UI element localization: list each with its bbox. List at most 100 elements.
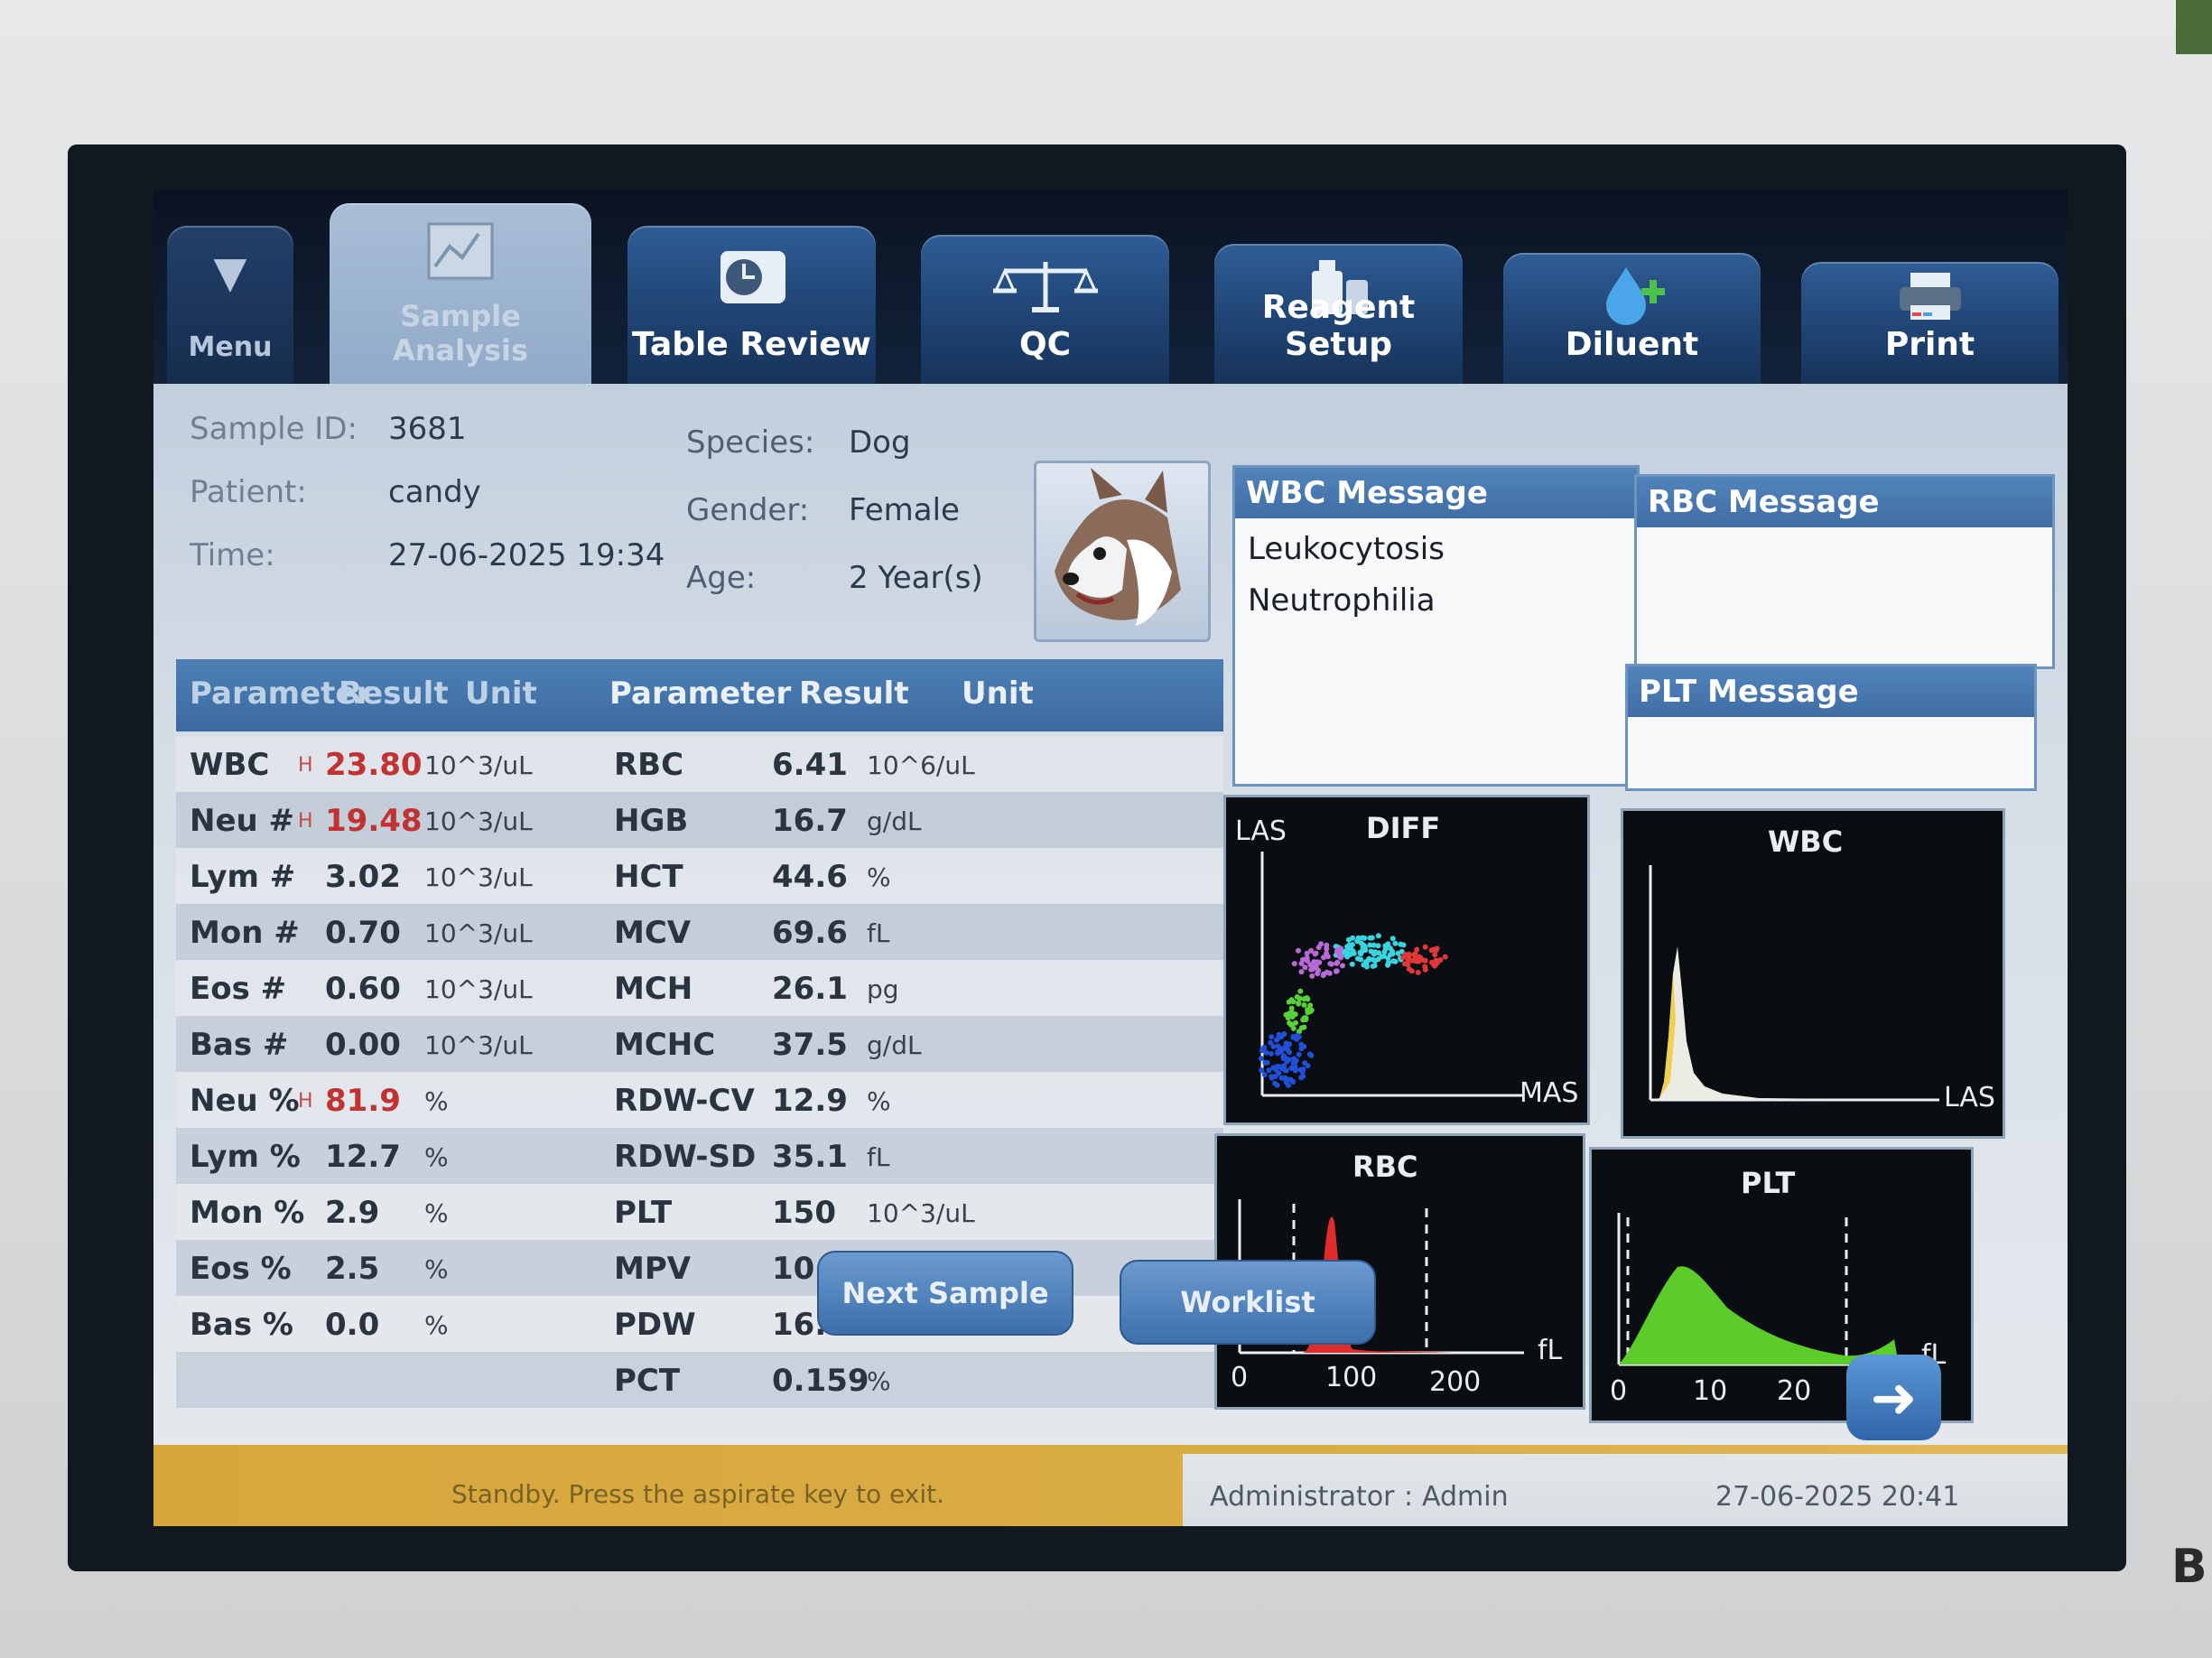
scatter-point xyxy=(1283,1040,1289,1047)
scatter-point xyxy=(1360,945,1366,951)
parameter-name: Neu # xyxy=(190,803,295,839)
parameter-name: WBC xyxy=(190,747,270,783)
scatter-point xyxy=(1303,1015,1309,1021)
scatter-point xyxy=(1365,957,1371,964)
result-value: 69.6 xyxy=(772,915,848,951)
tab-label: Reagent Setup xyxy=(1261,289,1416,363)
parameter-name: Neu % xyxy=(190,1083,300,1119)
unit-label: % xyxy=(424,1142,449,1172)
menu-button[interactable]: ▼ Menu xyxy=(167,226,293,388)
scatter-point xyxy=(1340,963,1345,969)
scatter-point xyxy=(1334,968,1340,974)
high-flag: H xyxy=(298,1090,313,1113)
scatter-point xyxy=(1408,968,1415,974)
wbc-histogram: WBC LAS xyxy=(1621,808,2005,1139)
status-message: Standby. Press the aspirate key to exit. xyxy=(451,1479,944,1509)
tab-diluent[interactable]: Diluent xyxy=(1503,253,1761,388)
scatter-point xyxy=(1334,959,1341,965)
time-label: Time: xyxy=(190,537,275,573)
tab-sample-analysis[interactable]: Sample Analysis xyxy=(330,203,591,393)
parameter-name: MPV xyxy=(614,1251,692,1287)
table-row: Mon # 0.70 10^3/uL MCV 69.6 fL xyxy=(176,904,1223,960)
unit-label: % xyxy=(867,1086,891,1116)
scatter-point xyxy=(1315,945,1322,951)
next-page-button[interactable]: ➜ xyxy=(1846,1355,1941,1440)
brand-logo: B xyxy=(2171,1540,2207,1594)
unit-label: 10^3/uL xyxy=(424,750,533,780)
scatter-point xyxy=(1299,1068,1306,1075)
scatter-point xyxy=(1286,1082,1292,1088)
unit-label: 10^3/uL xyxy=(424,862,533,892)
unit-label: fL xyxy=(867,1142,890,1172)
scatter-point xyxy=(1442,954,1448,960)
scatter-point xyxy=(1392,940,1399,946)
chevron-down-icon: ▼ xyxy=(213,247,247,298)
parameter-name: PLT xyxy=(614,1195,673,1231)
scatter-point xyxy=(1358,956,1364,963)
scatter-point xyxy=(1326,970,1333,976)
scatter-point xyxy=(1358,951,1364,957)
tab-qc[interactable]: QC xyxy=(921,235,1169,388)
scatter-point xyxy=(1371,942,1377,948)
parameter-name: Bas % xyxy=(190,1307,293,1343)
tab-label: QC xyxy=(1018,326,1072,363)
table-row: PCT 0.159% xyxy=(176,1352,1223,1408)
scatter-point xyxy=(1268,1050,1274,1057)
scatter-point xyxy=(1321,955,1326,961)
scatter-point xyxy=(1274,1037,1279,1043)
unit-label: 10^3/uL xyxy=(867,1198,975,1228)
rbc-message-box: RBC Message xyxy=(1634,474,2055,669)
scatter-point xyxy=(1258,1056,1264,1062)
tab-print[interactable]: Print xyxy=(1801,262,2059,388)
result-value: 2.9 xyxy=(325,1195,380,1231)
scatter-point xyxy=(1298,1075,1305,1081)
scatter-point xyxy=(1270,1065,1277,1071)
tab-label: Sample Analysis xyxy=(392,299,529,368)
scatter-point xyxy=(1298,961,1305,966)
scatter-point xyxy=(1305,1063,1311,1069)
parameter-name: PCT xyxy=(614,1363,681,1399)
species-value: Dog xyxy=(849,424,911,461)
scatter-point xyxy=(1370,956,1376,963)
scatter-point xyxy=(1296,1034,1302,1040)
high-flag: H xyxy=(298,810,313,833)
unit-label: % xyxy=(867,862,891,892)
scatter-point xyxy=(1268,1039,1274,1046)
next-sample-button[interactable]: Next Sample xyxy=(817,1251,1073,1336)
scatter-point xyxy=(1290,1033,1297,1039)
chart-icon xyxy=(424,219,497,292)
unit-label: 10^6/uL xyxy=(867,750,975,780)
scatter-point xyxy=(1422,944,1428,950)
scatter-point xyxy=(1298,969,1305,975)
worklist-button[interactable]: Worklist xyxy=(1120,1260,1376,1345)
scatter-point xyxy=(1415,954,1421,960)
sample-id-label: Sample ID: xyxy=(190,411,358,447)
scatter-point xyxy=(1294,994,1300,1000)
scatter-point xyxy=(1386,960,1391,965)
tab-reagent-setup[interactable]: Reagent Setup xyxy=(1214,244,1463,388)
column-header: Unit xyxy=(465,675,537,712)
scatter-point xyxy=(1307,1002,1314,1009)
parameter-name: Eos # xyxy=(190,971,287,1007)
diff-scattergram: DIFF LAS MAS xyxy=(1223,795,1590,1125)
tab-table-review[interactable]: Table Review xyxy=(627,226,876,388)
result-value: 19.48 xyxy=(325,803,423,839)
scatter-point xyxy=(1376,950,1382,956)
scatter-point xyxy=(1371,963,1378,969)
scatter-point xyxy=(1280,1056,1287,1061)
scatter-point xyxy=(1344,945,1351,952)
table-row: Eos # 0.60 10^3/uL MCH 26.1 pg xyxy=(176,960,1223,1016)
sample-id-value: 3681 xyxy=(388,411,467,447)
scatter-point xyxy=(1289,1021,1296,1028)
result-value: 12.9 xyxy=(772,1083,848,1119)
age-label: Age: xyxy=(686,560,757,596)
result-value: 0.00 xyxy=(325,1027,401,1063)
parameter-name: Lym # xyxy=(190,859,296,895)
plt-message-title: PLT Message xyxy=(1628,666,2034,717)
result-value: 12.7 xyxy=(325,1139,401,1175)
scatter-point xyxy=(1363,964,1370,970)
scatter-point xyxy=(1400,955,1407,961)
user-role: Administrator xyxy=(1210,1481,1395,1513)
result-value: 6.41 xyxy=(772,747,848,783)
tab-label: Print xyxy=(1884,326,1975,363)
